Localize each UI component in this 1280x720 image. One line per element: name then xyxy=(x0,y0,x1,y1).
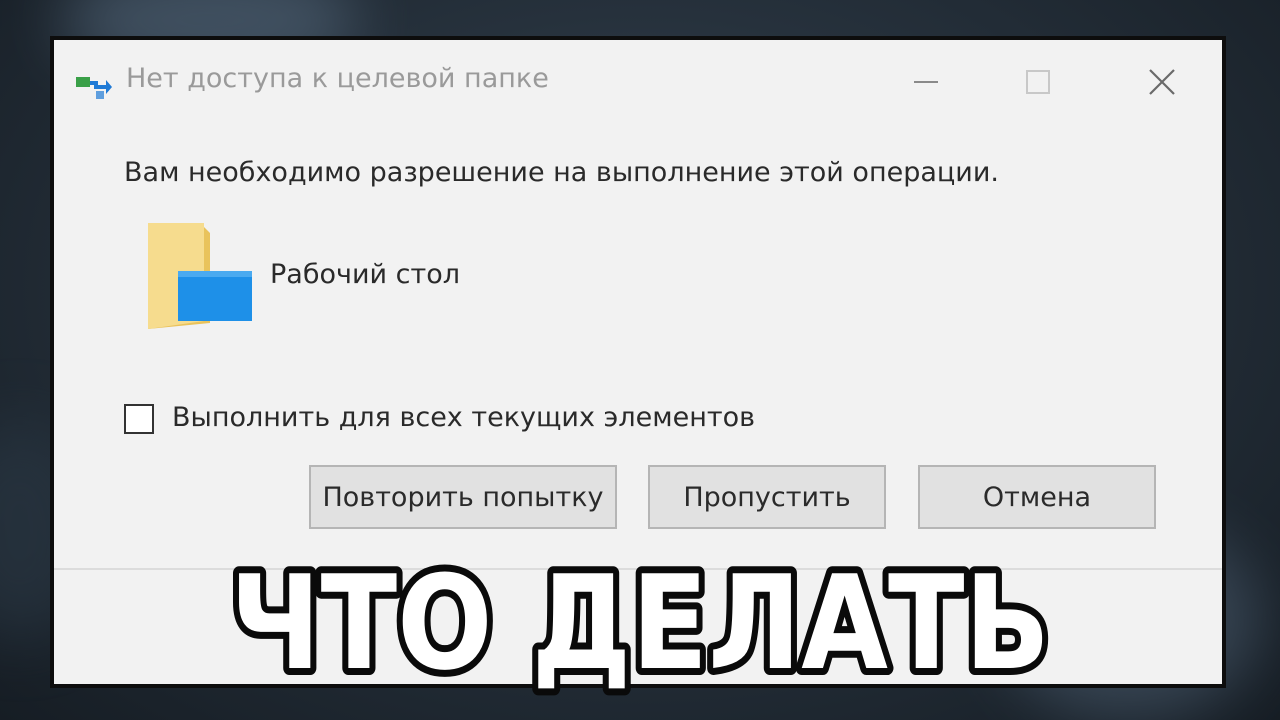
dialog-window: Нет доступа к целевой папке Вам необходи… xyxy=(50,36,1226,688)
window-title: Нет доступа к целевой папке xyxy=(126,63,549,94)
apply-to-all-label[interactable]: Выполнить для всех текущих элементов xyxy=(172,402,755,433)
skip-button[interactable]: Пропустить xyxy=(648,465,886,529)
file-transfer-icon xyxy=(76,77,112,99)
folder-name: Рабочий стол xyxy=(270,259,460,290)
maximize-icon[interactable] xyxy=(1016,60,1060,104)
title-bar: Нет доступа к целевой папке xyxy=(54,40,1222,124)
footer-divider xyxy=(54,568,1222,570)
desktop-folder-icon xyxy=(148,223,252,329)
close-icon[interactable] xyxy=(1140,60,1184,104)
apply-to-all-checkbox[interactable] xyxy=(124,404,154,434)
minimize-icon[interactable] xyxy=(904,60,948,104)
permission-message: Вам необходимо разрешение на выполнение … xyxy=(124,157,999,188)
retry-button[interactable]: Повторить попытку xyxy=(309,465,617,529)
cancel-button[interactable]: Отмена xyxy=(918,465,1156,529)
